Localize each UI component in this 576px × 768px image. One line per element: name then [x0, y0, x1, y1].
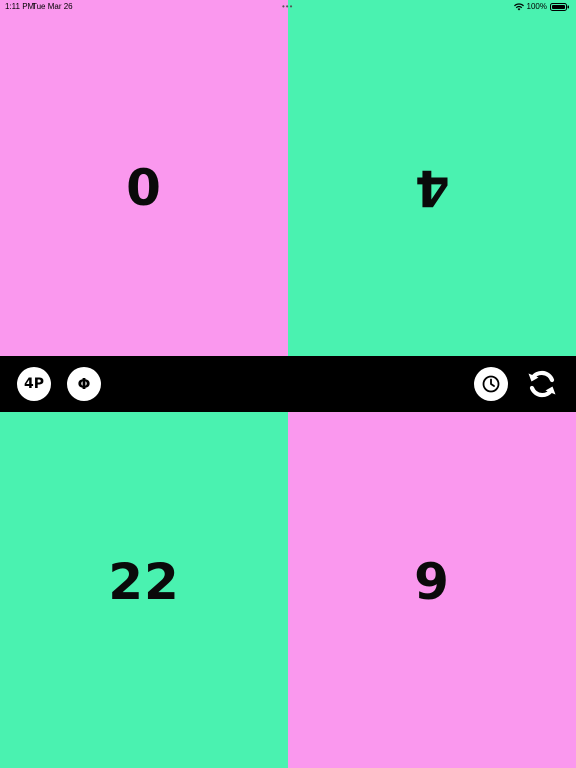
timer-button[interactable]	[474, 367, 508, 401]
status-bar: 1:11 PM Tue Mar 26 ••• 100%	[0, 0, 576, 14]
wifi-icon	[513, 3, 524, 11]
player-score: 0	[126, 159, 162, 217]
player-score: 4	[414, 159, 450, 217]
player-panel-top-left[interactable]: 0	[0, 0, 288, 356]
battery-percent: 100%	[526, 2, 547, 11]
player-score: 9	[414, 553, 450, 611]
player-score: 22	[108, 553, 180, 611]
player-count-button[interactable]: 4P	[17, 367, 51, 401]
refresh-icon	[528, 370, 556, 398]
player-panel-bottom-right[interactable]: 9	[288, 412, 576, 768]
status-date: Tue Mar 26	[32, 2, 73, 11]
battery-icon	[550, 3, 569, 11]
status-time: 1:11 PM	[5, 2, 35, 11]
multitask-dots[interactable]: •••	[282, 0, 293, 14]
player-panel-bottom-left[interactable]: 22	[0, 412, 288, 768]
player-panel-top-right[interactable]: 4	[288, 0, 576, 356]
status-right-group: 100%	[513, 0, 570, 14]
reset-button[interactable]	[524, 366, 560, 402]
clock-icon	[482, 375, 500, 393]
center-toolbar: 4P Φ	[0, 356, 576, 412]
phi-button[interactable]: Φ	[67, 367, 101, 401]
